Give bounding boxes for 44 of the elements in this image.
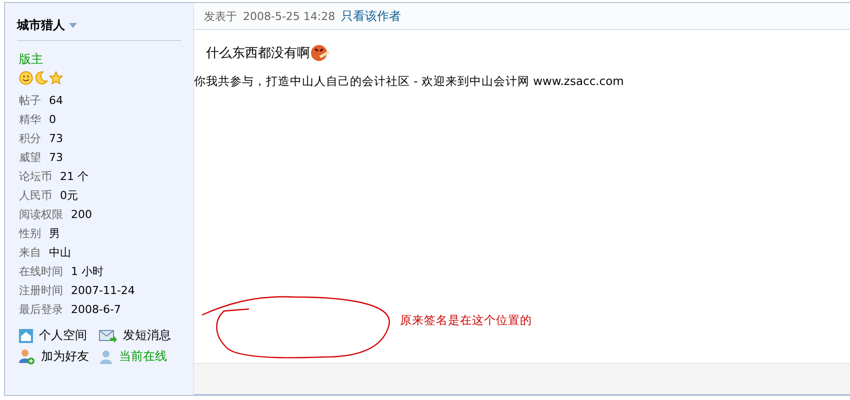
author-name[interactable]: 城市猎人: [17, 17, 65, 34]
stat-value: 2007-11-24: [71, 284, 135, 297]
stat-label: 帖子: [19, 93, 41, 108]
home-icon: [19, 328, 33, 342]
stat-value: 73: [49, 132, 63, 145]
stat-label: 来自: [19, 245, 41, 260]
add-user-icon: [19, 348, 35, 364]
posted-label: 发表于: [204, 8, 237, 24]
signature-text: 你我共参与，打造中山人自己的会计社区 - 欢迎来到中山会计网 www.zsacc.com: [194, 74, 625, 89]
stat-label: 性别: [19, 226, 41, 241]
stat-label: 论坛币: [19, 169, 52, 184]
moon-icon: [34, 71, 48, 85]
stat-label: 人民币: [19, 188, 52, 203]
star-icon: [49, 71, 63, 85]
stat-value: 73: [49, 151, 63, 164]
user-icon: [99, 350, 113, 364]
stat-value: 0: [49, 113, 56, 126]
stat-label: 在线时间: [19, 264, 63, 279]
stat-value: 0元: [60, 188, 78, 203]
stat-value: 2008-6-7: [71, 303, 121, 316]
stat-label: 积分: [19, 131, 41, 146]
author-only-link[interactable]: 只看该作者: [341, 8, 402, 24]
stat-label: 最后登录: [19, 302, 63, 317]
stat-label: 注册时间: [19, 283, 63, 298]
caret-icon[interactable]: [69, 23, 77, 28]
annotation-text: 原来签名是在这个位置的: [400, 313, 532, 328]
stat-value: 200: [71, 208, 92, 221]
profile-link[interactable]: 个人空间: [19, 327, 99, 344]
profile-link[interactable]: 发短消息: [99, 327, 189, 344]
stat-value: 中山: [49, 245, 71, 260]
stat-label: 阅读权限: [19, 207, 63, 222]
profile-link[interactable]: 加为好友: [19, 348, 99, 365]
post-message: 什么东西都没有啊: [206, 45, 310, 62]
stat-value: 男: [49, 226, 60, 241]
smiley-icon: [19, 71, 33, 85]
stat-value: 1 小时: [71, 264, 104, 279]
post-time: 2008-5-25 14:28: [243, 10, 336, 22]
user-group: 版主: [19, 51, 193, 68]
stat-value: 21 个: [60, 169, 88, 184]
angry-face-icon: [310, 44, 330, 62]
stat-label: 威望: [19, 150, 41, 165]
envelope-icon: [99, 328, 117, 342]
stat-label: 精华: [19, 112, 41, 127]
stat-value: 64: [49, 94, 63, 107]
